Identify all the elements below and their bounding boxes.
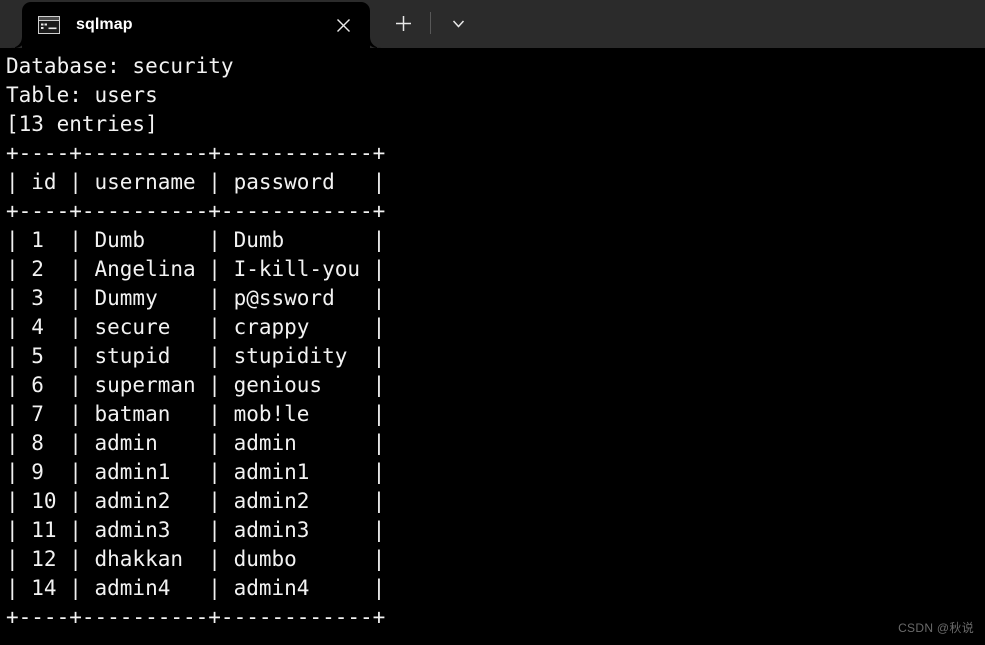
console-window-icon (38, 16, 60, 34)
terminal-output: Database: security Table: users [13 entr… (6, 54, 386, 629)
tab-notch-left (11, 37, 22, 48)
tab-bar-actions (370, 0, 478, 48)
new-tab-icon[interactable] (383, 5, 423, 41)
tab-strip: sqlmap (0, 0, 381, 48)
watermark: CSDN @秋说 (898, 621, 974, 635)
title-bar: sqlmap (0, 0, 985, 48)
tab-title: sqlmap (76, 16, 133, 33)
chevron-down-icon[interactable] (438, 5, 478, 41)
close-icon[interactable] (322, 4, 364, 46)
terminal-pane[interactable]: Database: security Table: users [13 entr… (0, 48, 985, 645)
toolbar-divider (430, 12, 431, 34)
tab-sqlmap[interactable]: sqlmap (11, 2, 381, 48)
